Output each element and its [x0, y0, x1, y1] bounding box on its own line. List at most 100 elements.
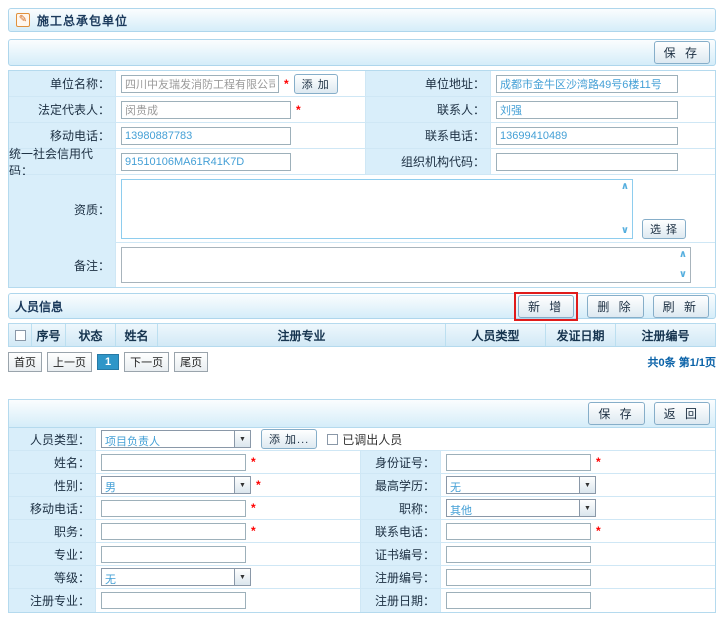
major-input[interactable]	[101, 546, 246, 563]
personnel-header: 人员信息 新 增 删 除 刷 新	[8, 293, 716, 319]
id-number-cell: *	[441, 451, 715, 473]
person-save-button[interactable]: 保 存	[588, 402, 644, 425]
person-type-select[interactable]: 项目负责人 ▼	[101, 430, 251, 448]
col-registered-major: 注册专业	[158, 324, 446, 346]
unit-address-label: 单位地址：	[366, 71, 491, 96]
qualification-cell: ∧ ∨ 选 择	[116, 175, 715, 242]
person-form-row: 专业： 证书编号：	[9, 543, 715, 566]
reg-major-input[interactable]	[101, 592, 246, 609]
select-qualification-button[interactable]: 选 择	[642, 219, 686, 239]
remark-textarea[interactable]: ∧ ∨	[121, 247, 691, 283]
id-number-label: 身份证号：	[361, 451, 441, 473]
page-title: 施工总承包单位	[37, 12, 128, 29]
scroll-up-icon[interactable]: ∧	[621, 182, 629, 192]
person-type-label: 人员类型：	[9, 428, 96, 450]
credit-code-input[interactable]	[121, 153, 291, 171]
mobile-input[interactable]	[121, 127, 291, 145]
personnel-table-header: 序号 状态 姓名 注册专业 人员类型 发证日期 注册编号	[9, 324, 715, 346]
contact-phone-cell	[491, 123, 715, 148]
reg-date-input[interactable]	[446, 592, 591, 609]
select-all-checkbox[interactable]	[15, 330, 26, 341]
org-code-label: 组织机构代码：	[366, 149, 491, 174]
position-input[interactable]	[101, 523, 246, 540]
first-page-button[interactable]: 首页	[8, 352, 42, 372]
person-mobile-input[interactable]	[101, 500, 246, 517]
credit-code-label: 统一社会信用代码：	[9, 149, 116, 174]
last-page-button[interactable]: 尾页	[174, 352, 208, 372]
scroll-down-icon[interactable]: ∨	[679, 270, 687, 280]
scroll-down-icon[interactable]: ∨	[621, 226, 629, 236]
reg-number-input[interactable]	[446, 569, 591, 586]
back-button[interactable]: 返 回	[654, 402, 710, 425]
org-code-input[interactable]	[496, 153, 678, 171]
legal-rep-cell: *	[116, 97, 366, 122]
remark-label: 备注：	[9, 243, 116, 287]
reg-number-cell	[441, 566, 715, 588]
grade-select[interactable]: 无 ▼	[101, 568, 251, 586]
required-asterisk: *	[596, 524, 601, 538]
col-status: 状态	[66, 324, 116, 346]
contact-person-label: 联系人：	[366, 97, 491, 122]
education-cell: 无 ▼	[441, 474, 715, 496]
dropdown-arrow-icon[interactable]: ▼	[234, 477, 250, 493]
annotation-highlight-box: 新 增	[514, 292, 578, 321]
save-button[interactable]: 保 存	[654, 41, 710, 64]
dropdown-arrow-icon[interactable]: ▼	[579, 477, 595, 493]
prev-page-button[interactable]: 上一页	[47, 352, 92, 372]
required-asterisk: *	[251, 524, 256, 538]
select-all-cell	[9, 324, 32, 346]
unit-name-input[interactable]	[121, 75, 279, 93]
grade-cell: 无 ▼	[96, 566, 361, 588]
unit-form-row: 法定代表人： * 联系人：	[9, 97, 715, 123]
unit-name-cell: * 添 加	[116, 71, 366, 96]
cert-number-input[interactable]	[446, 546, 591, 563]
scrollbar[interactable]: ∧ ∨	[621, 182, 629, 236]
contact-person-input[interactable]	[496, 101, 678, 119]
col-name: 姓名	[116, 324, 158, 346]
cert-number-label: 证书编号：	[361, 543, 441, 565]
refresh-button[interactable]: 刷 新	[653, 295, 709, 318]
transferred-checkbox[interactable]	[327, 434, 338, 445]
contact-phone-input[interactable]	[496, 127, 678, 145]
legal-rep-input[interactable]	[121, 101, 291, 119]
col-issue-date: 发证日期	[546, 324, 616, 346]
id-number-input[interactable]	[446, 454, 591, 471]
contact-person-cell	[491, 97, 715, 122]
scrollbar[interactable]: ∧ ∨	[679, 250, 687, 280]
add-unit-button[interactable]: 添 加	[294, 74, 338, 94]
qualification-textarea[interactable]: ∧ ∨	[121, 179, 633, 239]
dropdown-arrow-icon[interactable]: ▼	[234, 569, 250, 585]
current-page-button[interactable]: 1	[97, 354, 119, 370]
person-form-row: 姓名： * 身份证号： *	[9, 451, 715, 474]
job-title-cell: 其他 ▼	[441, 497, 715, 519]
person-form-row: 职务： * 联系电话： *	[9, 520, 715, 543]
unit-address-cell	[491, 71, 715, 96]
transferred-checkbox-label: 已调出人员	[342, 431, 402, 448]
next-page-button[interactable]: 下一页	[124, 352, 169, 372]
unit-address-input[interactable]	[496, 75, 678, 93]
dropdown-arrow-icon[interactable]: ▼	[579, 500, 595, 516]
add-person-button[interactable]: 新 增	[518, 295, 574, 318]
job-title-select[interactable]: 其他 ▼	[446, 499, 596, 517]
delete-person-button[interactable]: 删 除	[587, 295, 643, 318]
personnel-table: 序号 状态 姓名 注册专业 人员类型 发证日期 注册编号	[8, 323, 716, 347]
major-cell	[96, 543, 361, 565]
remark-cell: ∧ ∨	[116, 243, 715, 287]
dropdown-arrow-icon[interactable]: ▼	[234, 431, 250, 447]
person-toolbar: 保 存 返 回	[9, 400, 715, 428]
person-contact-phone-input[interactable]	[446, 523, 591, 540]
education-select[interactable]: 无 ▼	[446, 476, 596, 494]
gender-select[interactable]: 男 ▼	[101, 476, 251, 494]
required-asterisk: *	[296, 103, 301, 117]
name-input[interactable]	[101, 454, 246, 471]
qualification-label: 资质：	[9, 175, 116, 243]
required-asterisk: *	[256, 478, 261, 492]
person-form-row: 等级： 无 ▼ 注册编号：	[9, 566, 715, 589]
total-count: 共0条	[648, 357, 676, 369]
scroll-up-icon[interactable]: ∧	[679, 250, 687, 260]
gender-label: 性别：	[9, 474, 96, 496]
credit-code-cell	[116, 149, 366, 174]
contact-phone-label: 联系电话：	[366, 123, 491, 148]
legal-rep-label: 法定代表人：	[9, 97, 116, 122]
add-person-type-button[interactable]: 添 加...	[261, 429, 317, 449]
